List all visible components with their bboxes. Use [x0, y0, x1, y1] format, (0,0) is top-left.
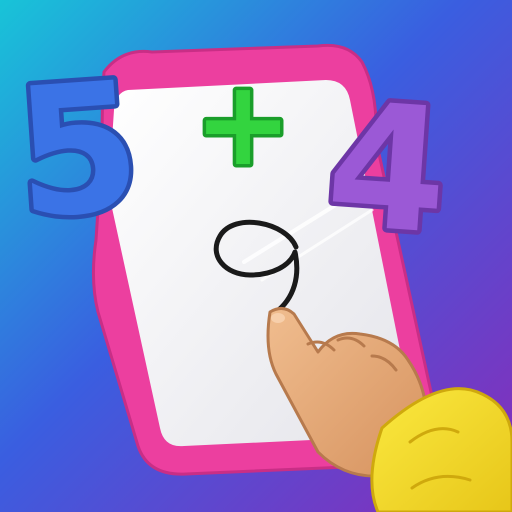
plus-sign: + — [190, 51, 296, 196]
operator-symbol: + — [194, 54, 293, 192]
icon-artwork: 5 + 4 9 — [0, 0, 512, 512]
number-5: 5 — [5, 38, 152, 262]
number-4: 4 — [316, 60, 458, 278]
operand-one: 5 — [9, 43, 147, 258]
fingernail — [271, 313, 285, 323]
operand-two: 4 — [321, 64, 454, 273]
app-icon: 5 + 4 9 — [0, 0, 512, 512]
